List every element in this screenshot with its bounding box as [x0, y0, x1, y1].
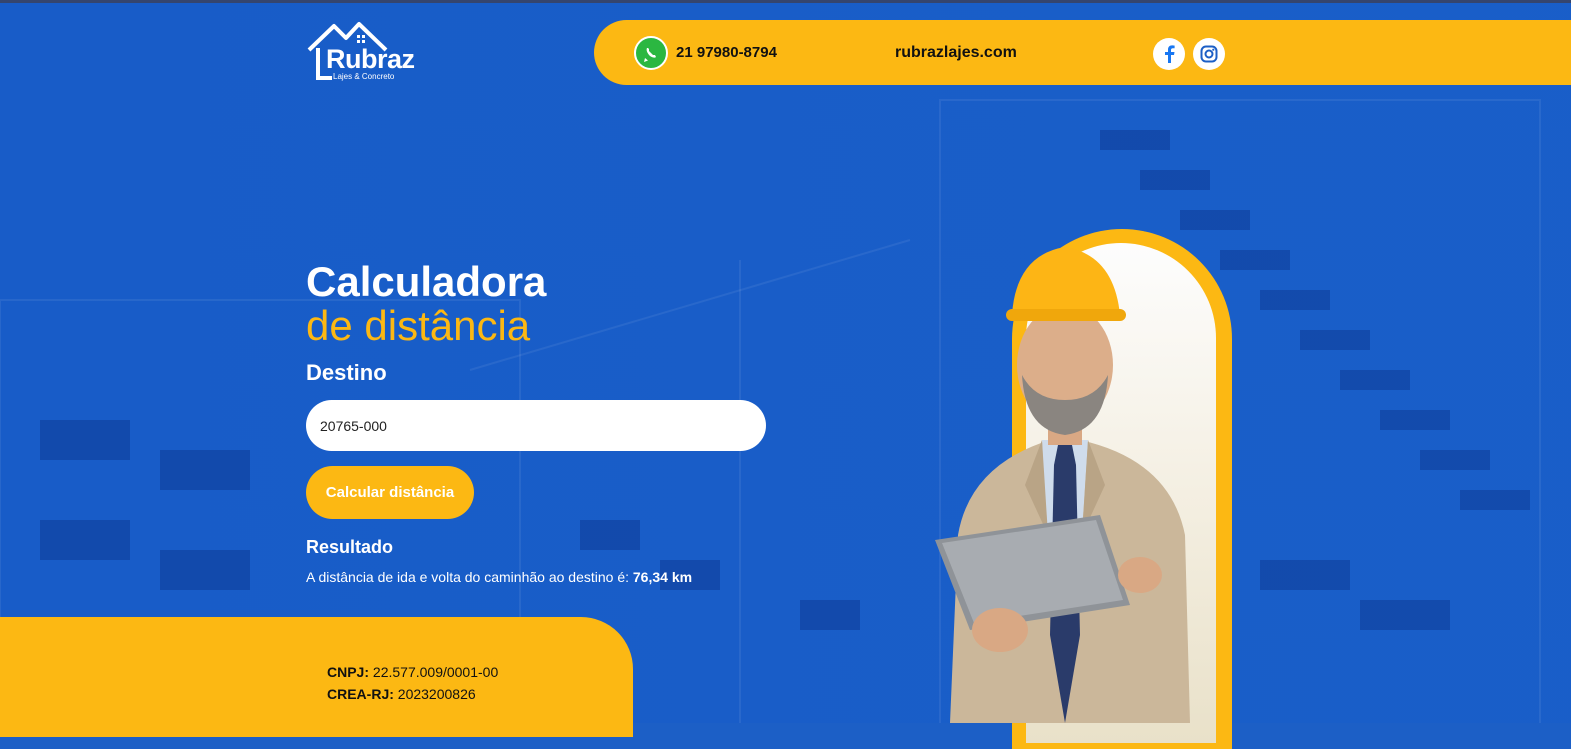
crea-label: CREA-RJ:	[327, 686, 394, 702]
cnpj-value: 22.577.009/0001-00	[372, 664, 499, 680]
page-title: Calculadora	[306, 258, 547, 305]
instagram-icon[interactable]	[1193, 38, 1225, 70]
rubraz-logo[interactable]: Rubraz Lajes & Concreto	[306, 20, 422, 86]
cnpj-info: CNPJ: 22.577.009/0001-00	[327, 664, 498, 680]
result-value: 76,34 km	[632, 569, 693, 585]
company-info-card	[0, 617, 633, 737]
facebook-icon[interactable]	[1153, 38, 1185, 70]
destination-input[interactable]	[306, 400, 766, 451]
crea-info: CREA-RJ: 2023200826	[327, 686, 476, 702]
result-text: A distância de ida e volta do caminhão a…	[306, 569, 692, 585]
logo-name: Rubraz	[326, 44, 415, 74]
page-subtitle: de distância	[306, 302, 531, 349]
website-link[interactable]: rubrazlajes.com	[895, 44, 1017, 62]
destination-label: Destino	[306, 360, 387, 385]
calculate-distance-button[interactable]: Calcular distância	[306, 466, 474, 519]
logo-tagline: Lajes & Concreto	[333, 72, 395, 81]
top-border	[0, 0, 1571, 3]
background-construction-image	[0, 0, 1571, 723]
engineer-photo	[935, 247, 1190, 723]
result-heading: Resultado	[306, 537, 394, 557]
cnpj-label: CNPJ:	[327, 664, 370, 680]
result-description: A distância de ida e volta do caminhão a…	[306, 569, 633, 585]
whatsapp-icon[interactable]	[634, 36, 668, 70]
phone-number[interactable]: 21 97980-8794	[676, 44, 777, 61]
crea-value: 2023200826	[397, 686, 476, 702]
